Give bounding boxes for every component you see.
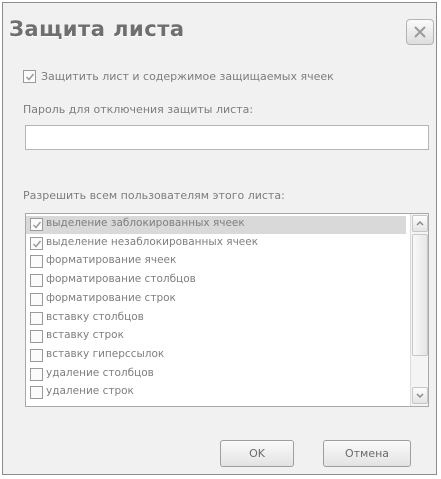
permissions-list[interactable]: выделение заблокированных ячеек выделение… — [25, 213, 429, 407]
scrollbar[interactable] — [410, 214, 428, 406]
password-input[interactable] — [25, 125, 429, 150]
permission-checkbox[interactable] — [30, 218, 43, 231]
permissions-label: Разрешить всем пользователям этого листа… — [23, 189, 285, 202]
permission-checkbox[interactable] — [30, 330, 43, 344]
permission-checkbox[interactable] — [30, 292, 43, 306]
close-icon — [414, 26, 426, 38]
permission-item[interactable]: выделение заблокированных ячеек — [26, 216, 406, 234]
chevron-down-icon — [416, 393, 424, 399]
protect-sheet-label: Защитить лист и содержимое защищаемых яч… — [41, 70, 334, 83]
permission-item[interactable]: форматирование столбцов — [26, 272, 406, 290]
permission-item[interactable]: вставку гиперссылок — [26, 347, 406, 365]
close-button[interactable] — [406, 19, 434, 45]
protect-sheet-checkbox[interactable] — [23, 70, 36, 83]
permission-checkbox[interactable] — [30, 386, 43, 400]
permission-item[interactable]: вставку строк — [26, 328, 406, 346]
checkmark-icon — [25, 73, 35, 81]
permission-checkbox[interactable] — [30, 348, 43, 362]
permission-label: удаление столбцов — [46, 366, 154, 379]
protect-sheet-dialog: Защита листа Защитить лист и содержимое … — [2, 2, 437, 475]
chevron-up-icon — [416, 220, 424, 226]
permission-item[interactable]: удаление строк — [26, 384, 406, 402]
permission-item[interactable]: вставку столбцов — [26, 310, 406, 328]
checkmark-icon — [32, 240, 42, 248]
permission-checkbox[interactable] — [30, 255, 43, 269]
permission-label: вставку столбцов — [46, 310, 144, 323]
permission-label: форматирование столбцов — [46, 273, 196, 286]
permission-item[interactable]: форматирование ячеек — [26, 253, 406, 271]
permission-item[interactable]: выделение незаблокированных ячеек — [26, 235, 406, 253]
permission-label: удаление строк — [46, 385, 134, 398]
permission-label: вставку строк — [46, 329, 124, 342]
dialog-title: Защита листа — [9, 17, 185, 41]
ok-button[interactable]: OK — [220, 440, 294, 467]
cancel-button[interactable]: Отмена — [323, 440, 411, 467]
permission-label: выделение заблокированных ячеек — [46, 217, 245, 229]
permission-checkbox[interactable] — [30, 274, 43, 288]
permission-checkbox[interactable] — [30, 236, 43, 250]
checkmark-icon — [32, 221, 42, 229]
permission-checkbox[interactable] — [30, 311, 43, 325]
permission-label: форматирование строк — [46, 291, 176, 304]
permission-label: вставку гиперссылок — [46, 347, 165, 360]
scroll-down-button[interactable] — [412, 387, 428, 404]
password-label: Пароль для отключения защиты листа: — [23, 103, 254, 116]
scroll-up-button[interactable] — [412, 215, 428, 232]
permission-item[interactable]: удаление столбцов — [26, 366, 406, 384]
permission-item[interactable]: форматирование строк — [26, 291, 406, 309]
permission-label: выделение незаблокированных ячеек — [46, 235, 259, 248]
scrollbar-thumb[interactable] — [412, 234, 428, 356]
permission-label: форматирование ячеек — [46, 254, 177, 267]
permission-checkbox[interactable] — [30, 367, 43, 381]
